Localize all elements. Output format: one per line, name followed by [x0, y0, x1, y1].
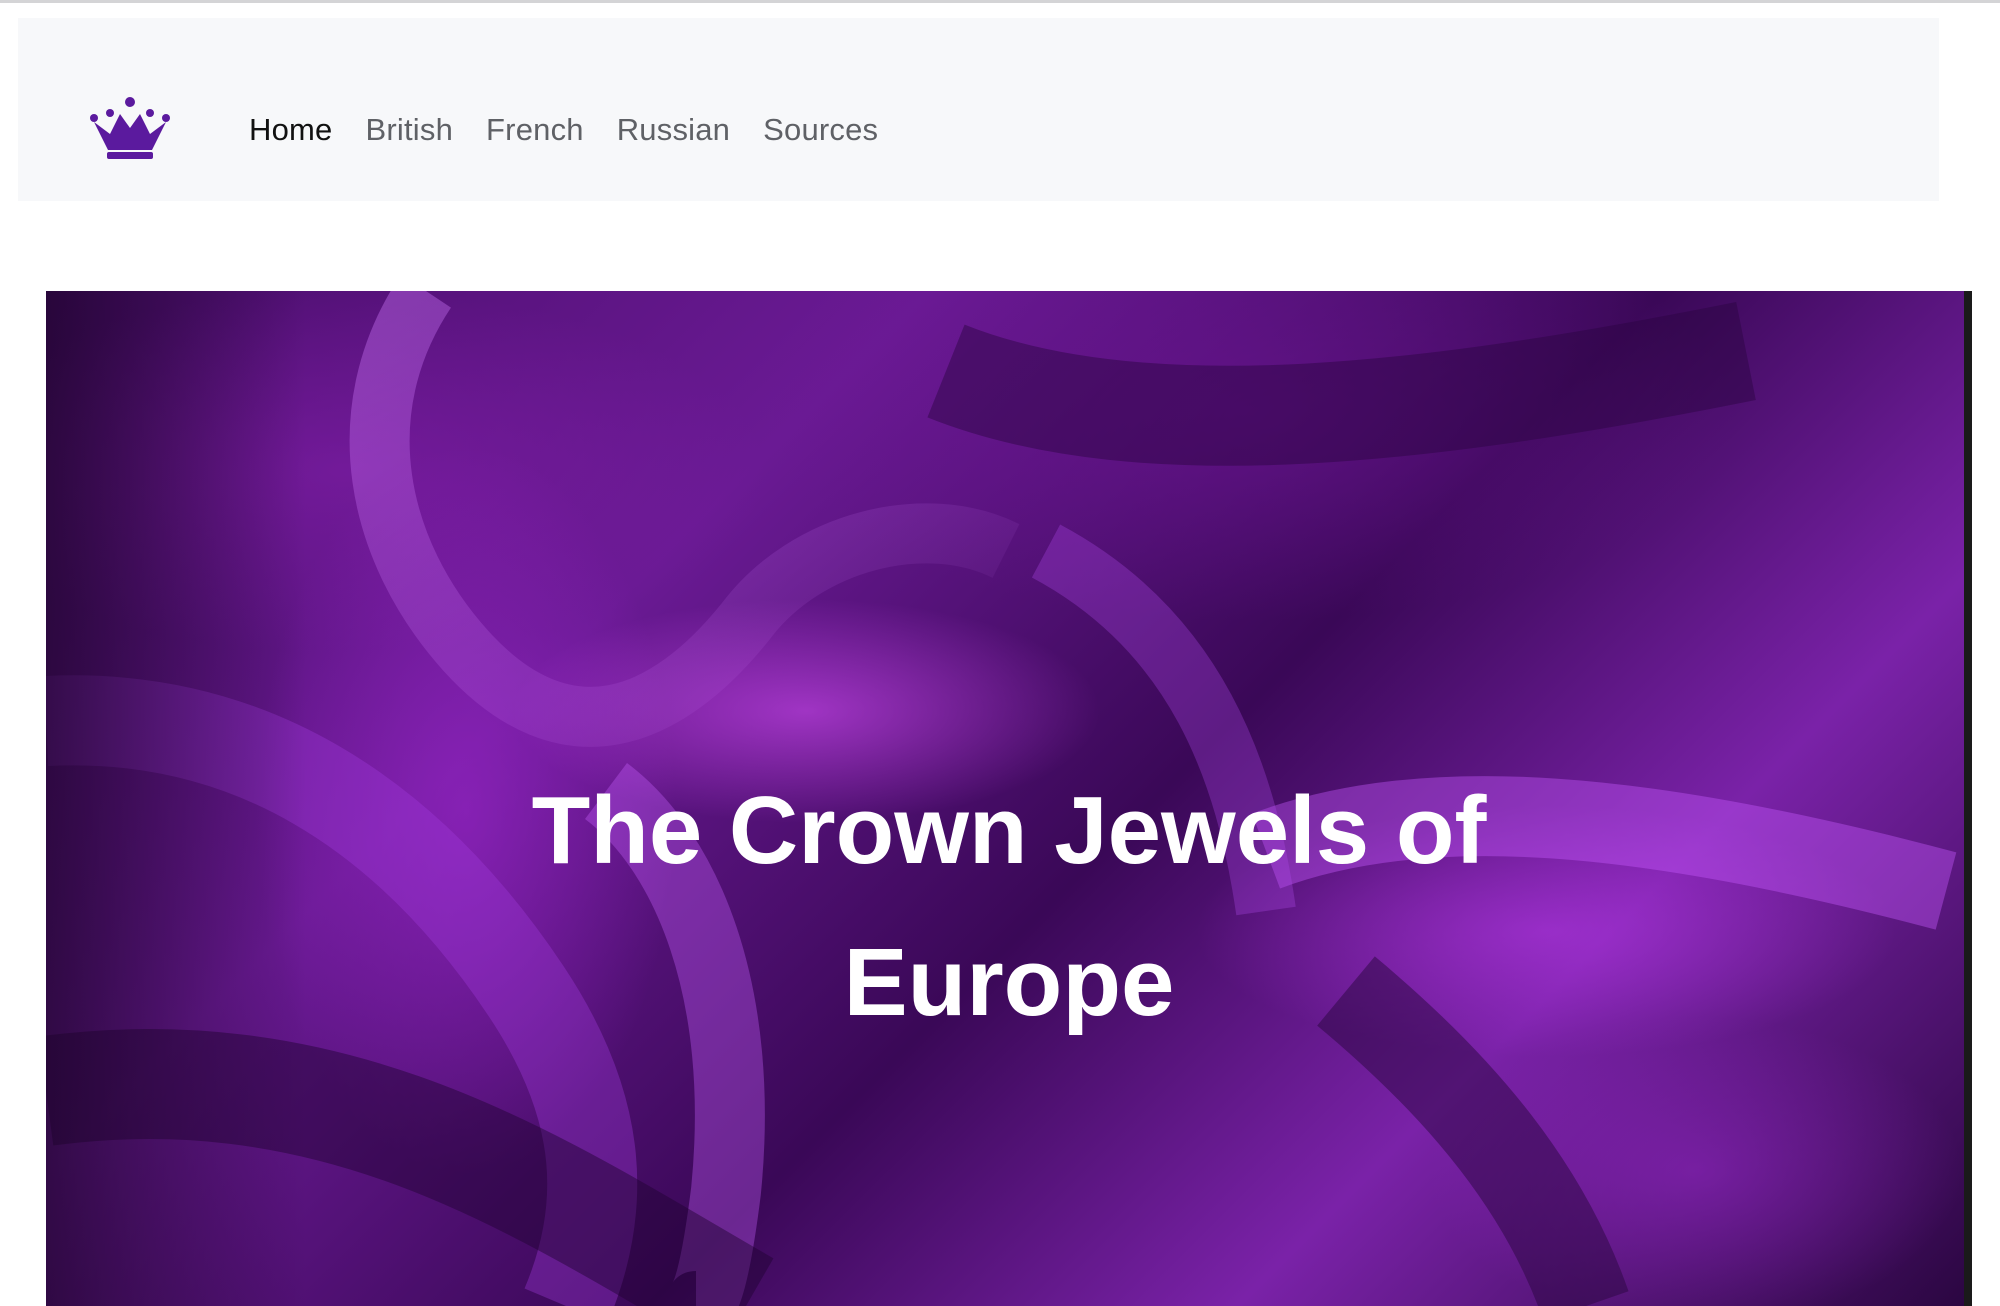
hero-title: The Crown Jewels of Europe [46, 755, 1972, 1059]
crown-icon[interactable] [90, 96, 170, 160]
nav-link-british[interactable]: British [366, 112, 454, 148]
nav-link-french[interactable]: French [486, 112, 584, 148]
top-border [0, 0, 2000, 3]
nav-menu: Home British French Russian Sources [249, 108, 911, 152]
hero-title-text: The Crown Jewels of Europe [531, 777, 1487, 1037]
nav-link-sources[interactable]: Sources [763, 112, 878, 148]
nav-link-home[interactable]: Home [249, 112, 333, 148]
navbar: Home British French Russian Sources [18, 18, 1939, 201]
nav-link-russian[interactable]: Russian [617, 112, 730, 148]
hero-banner: The Crown Jewels of Europe [46, 291, 1972, 1306]
